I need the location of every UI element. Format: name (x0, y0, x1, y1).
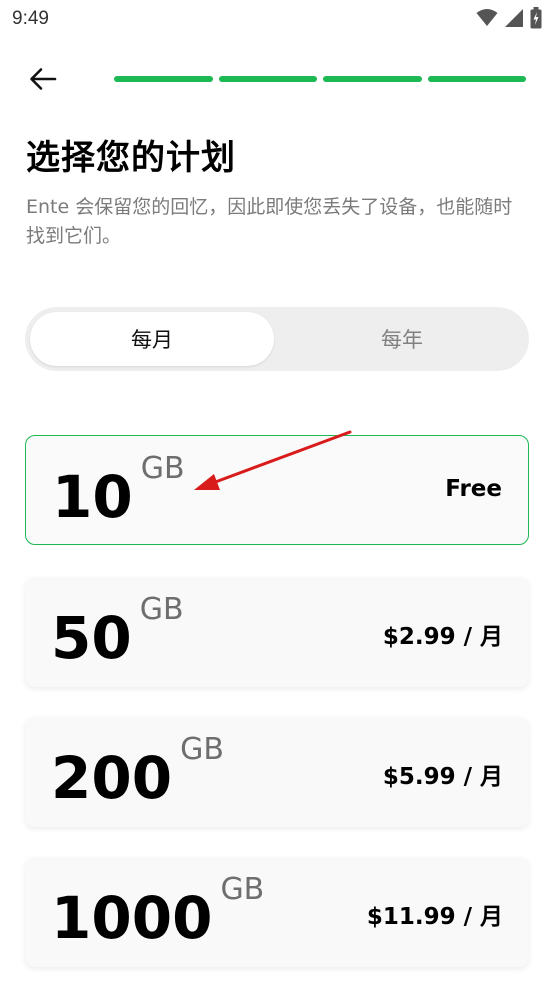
plan-price: $11.99 / 月 (366, 904, 503, 930)
toggle-yearly[interactable]: 每年 (280, 312, 524, 366)
progress-segment (323, 76, 422, 82)
page-subtitle: Ente 会保留您的回忆，因此即使您丢失了设备，也能随时找到它们。 (26, 196, 513, 247)
plan-selection-screen: 9:49 选择您的计划 Ente 会保留您的回忆，因此即使您丢失了设备，也能随时… (0, 0, 554, 984)
plan-amount: 50 (51, 604, 132, 672)
progress-segment (218, 76, 317, 82)
progress-segment (114, 76, 213, 82)
plan-amount: 10 (52, 463, 133, 531)
plan-storage: 200 GB (51, 735, 224, 812)
plan-storage: 50 GB (51, 595, 184, 672)
onboarding-progress (114, 76, 526, 82)
wifi-icon (476, 8, 498, 32)
status-icons (476, 7, 542, 33)
plan-unit: GB (139, 592, 184, 627)
status-time: 9:49 (12, 8, 49, 29)
plan-card-1000gb[interactable]: 1000 GB $11.99 / 月 (25, 857, 529, 967)
toggle-monthly[interactable]: 每月 (30, 312, 274, 366)
status-bar: 9:49 (0, 0, 554, 38)
billing-period-toggle: 每月 每年 (25, 307, 529, 371)
plan-amount: 200 (51, 744, 173, 812)
plan-price: $2.99 / 月 (382, 624, 503, 650)
back-button[interactable] (22, 60, 64, 102)
plan-card-50gb[interactable]: 50 GB $2.99 / 月 (25, 577, 529, 687)
plan-amount: 1000 (51, 884, 213, 952)
plan-unit: GB (220, 872, 265, 907)
plan-storage: 10 GB (52, 454, 185, 531)
progress-segment (427, 76, 526, 82)
plan-price: Free (445, 476, 502, 502)
plan-unit: GB (180, 732, 224, 767)
signal-icon (504, 8, 524, 32)
plan-unit: GB (140, 451, 185, 486)
plan-storage: 1000 GB (51, 875, 264, 952)
page-title: 选择您的计划 (26, 138, 236, 178)
plan-card-10gb[interactable]: 10 GB Free (25, 435, 529, 545)
plan-price: $5.99 / 月 (382, 764, 503, 790)
plan-card-200gb[interactable]: 200 GB $5.99 / 月 (25, 717, 529, 827)
battery-charging-icon (530, 7, 542, 33)
arrow-left-icon (29, 67, 57, 95)
